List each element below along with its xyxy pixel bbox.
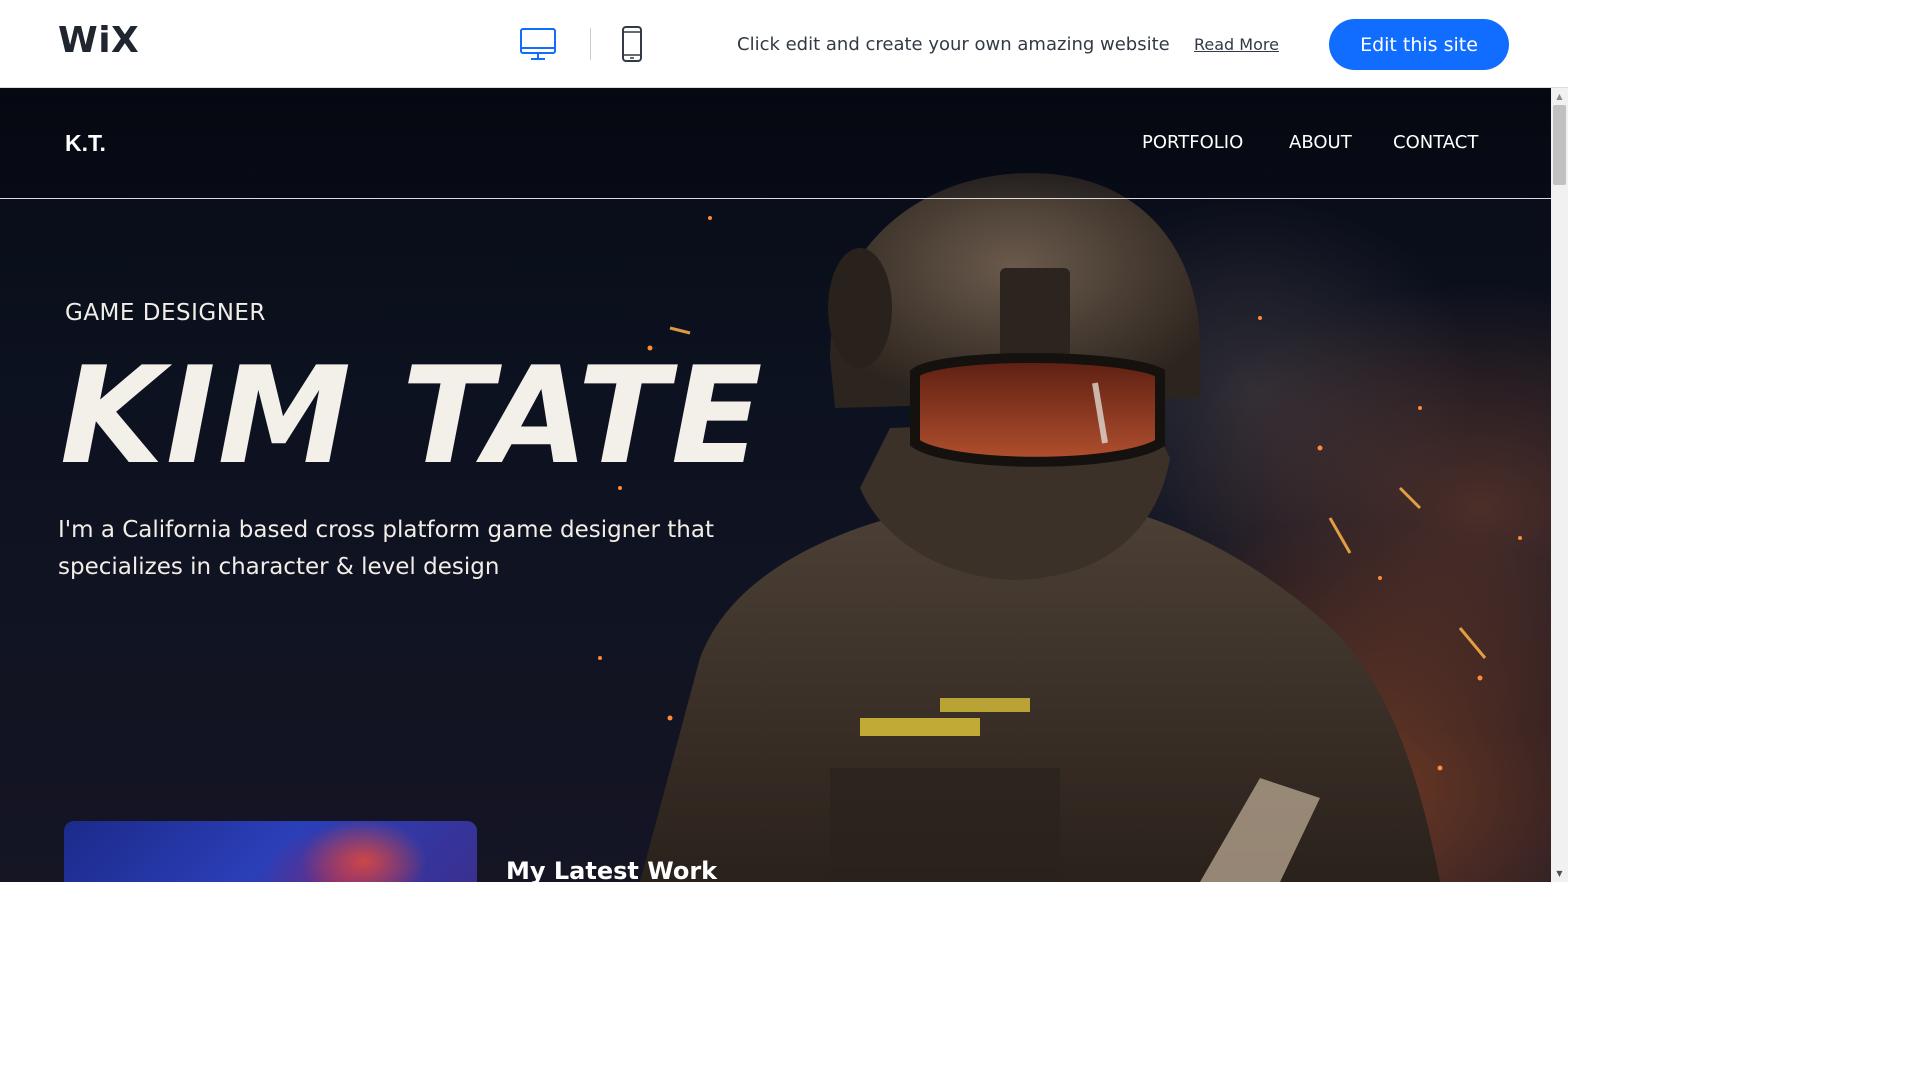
latest-work-heading: My Latest Work: [506, 857, 718, 882]
device-divider: [590, 28, 591, 60]
scrollbar-thumb[interactable]: [1553, 105, 1566, 185]
page-scrollbar[interactable]: ▲ ▼: [1551, 88, 1568, 882]
nav-contact[interactable]: CONTACT: [1393, 129, 1478, 157]
wix-top-bar: WiX Click edit and create your own amazi…: [0, 0, 1568, 88]
site-header: K.T. PORTFOLIO ABOUT CONTACT: [0, 88, 1551, 199]
promo-message: Click edit and create your own amazing w…: [737, 34, 1170, 55]
hero-description: I'm a California based cross platform ga…: [58, 517, 714, 580]
wix-logo[interactable]: WiX: [58, 19, 139, 63]
desktop-icon[interactable]: [518, 26, 558, 62]
latest-work-thumbnail[interactable]: [64, 821, 477, 882]
nav-portfolio[interactable]: PORTFOLIO: [1142, 129, 1243, 157]
scroll-down-arrow-icon[interactable]: ▼: [1551, 865, 1568, 882]
edit-this-site-button[interactable]: Edit this site: [1329, 19, 1509, 70]
nav-about[interactable]: ABOUT: [1289, 129, 1352, 157]
hero-title: KIM TATE: [60, 338, 765, 494]
scroll-up-arrow-icon[interactable]: ▲: [1551, 88, 1568, 105]
site-logo[interactable]: K.T.: [65, 129, 106, 157]
mobile-icon[interactable]: [618, 25, 646, 63]
site-preview: K.T. PORTFOLIO ABOUT CONTACT GAME DESIGN…: [0, 88, 1551, 882]
read-more-link[interactable]: Read More: [1194, 32, 1279, 58]
hero-eyebrow: GAME DESIGNER: [65, 300, 266, 326]
